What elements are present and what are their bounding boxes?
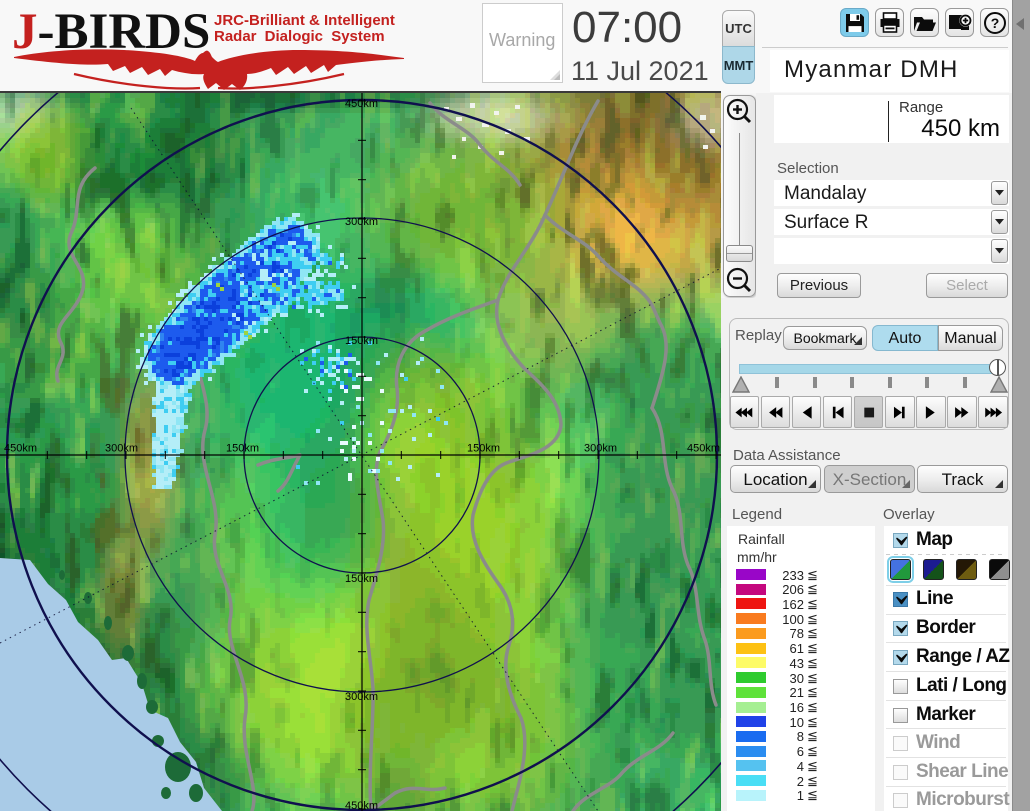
svg-text:150km: 150km — [467, 443, 500, 455]
svg-text:150km: 150km — [226, 443, 259, 455]
svg-text:300km: 300km — [584, 443, 617, 455]
svg-text:300km: 300km — [345, 216, 378, 228]
svg-text:450km: 450km — [345, 98, 378, 110]
svg-text:450km: 450km — [345, 800, 378, 811]
svg-text:300km: 300km — [105, 443, 138, 455]
svg-text:300km: 300km — [345, 691, 378, 703]
svg-text:450km: 450km — [687, 443, 720, 455]
svg-text:150km: 150km — [345, 335, 378, 347]
svg-text:150km: 150km — [345, 573, 378, 585]
svg-text:450km: 450km — [4, 443, 37, 455]
svg-text:?: ? — [990, 15, 999, 31]
